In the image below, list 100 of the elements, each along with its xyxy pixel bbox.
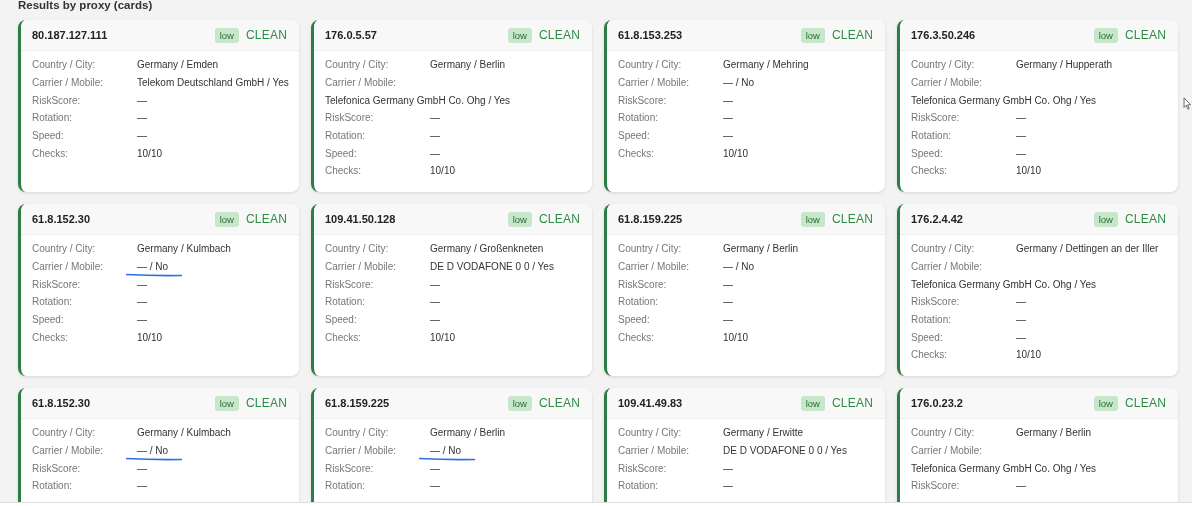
status-label: CLEAN — [1125, 28, 1166, 42]
field-value: — — [1016, 112, 1026, 124]
status-label: CLEAN — [246, 212, 287, 226]
field-label: Carrier / Mobile: — [32, 261, 105, 273]
risk-badge: low — [800, 395, 825, 411]
field-value: Germany / Kulmbach — [137, 243, 231, 255]
field-value: DE D VODAFONE 0 0 / Yes — [723, 445, 847, 457]
field-label: Rotation: — [618, 480, 660, 492]
field-label: Country / City: — [911, 243, 976, 255]
field-label: RiskScore: — [32, 278, 82, 290]
field-value: — — [1016, 314, 1026, 326]
field-value: Germany / Hupperath — [1016, 59, 1113, 71]
proxy-ip: 61.8.152.30 — [32, 213, 92, 225]
field-label: RiskScore: — [911, 480, 961, 492]
status-label: CLEAN — [1125, 212, 1166, 226]
field-label: RiskScore: — [618, 462, 668, 474]
field-value: 10/10 — [430, 165, 456, 177]
field-label: Speed: — [911, 147, 944, 159]
field-value: — — [723, 94, 733, 106]
field-label: Checks: — [325, 331, 363, 343]
field-value: — — [137, 480, 147, 492]
field-label: Country / City: — [911, 59, 976, 71]
field-label: Speed: — [911, 331, 944, 343]
field-label: Rotation: — [911, 314, 953, 326]
proxy-ip: 109.41.50.128 — [325, 213, 397, 225]
field-value: Germany / Erwitte — [723, 427, 804, 439]
field-value: 10/10 — [430, 331, 456, 343]
field-value: Germany / Berlin — [723, 243, 799, 255]
status-label: CLEAN — [539, 396, 580, 410]
field-value: — / No — [430, 445, 462, 457]
field-value: — — [137, 462, 147, 474]
field-label: Country / City: — [618, 59, 683, 71]
field-value: Germany / Dettingen an der Iller — [1016, 243, 1159, 255]
field-value: Germany / Mehring — [723, 59, 809, 71]
field-value: Telefonica Germany GmbH Co. Ohg / Yes — [911, 462, 1097, 474]
field-label: Country / City: — [325, 59, 390, 71]
field-value: Germany / Kulmbach — [137, 427, 231, 439]
field-value: Telefonica Germany GmbH Co. Ohg / Yes — [325, 94, 511, 106]
field-value: — — [430, 480, 440, 492]
field-value: Telekom Deutschland GmbH / Yes — [137, 77, 289, 89]
field-label: RiskScore: — [325, 278, 375, 290]
field-label: Carrier / Mobile: — [325, 261, 398, 273]
status-label: CLEAN — [832, 212, 873, 226]
proxy-ip: 61.8.159.225 — [618, 213, 684, 225]
status-label: CLEAN — [1125, 396, 1166, 410]
risk-badge: low — [214, 27, 239, 43]
field-value: 10/10 — [137, 331, 163, 343]
field-label: Rotation: — [32, 112, 74, 124]
field-value: — — [137, 278, 147, 290]
status-label: CLEAN — [246, 28, 287, 42]
field-label: Speed: — [618, 314, 651, 326]
field-value: DE D VODAFONE 0 0 / Yes — [430, 261, 554, 273]
field-label: Checks: — [911, 349, 949, 361]
status-label: CLEAN — [539, 212, 580, 226]
field-value: 10/10 — [723, 147, 749, 159]
mouse-pointer-icon — [1183, 97, 1192, 110]
field-label: Rotation: — [618, 296, 660, 308]
status-label: CLEAN — [246, 396, 287, 410]
field-label: Checks: — [618, 147, 656, 159]
field-value: Germany / Großenkneten — [430, 243, 544, 255]
proxy-ip: 80.187.127.111 — [32, 29, 109, 41]
risk-badge: low — [800, 211, 825, 227]
field-value: — — [1016, 331, 1026, 343]
field-label: Country / City: — [32, 427, 97, 439]
proxy-ip: 176.2.4.42 — [911, 213, 964, 225]
field-value: Germany / Berlin — [430, 59, 506, 71]
field-value: — — [1016, 147, 1026, 159]
field-label: Carrier / Mobile: — [911, 261, 984, 273]
field-value: — — [430, 314, 440, 326]
field-value: — — [430, 130, 440, 142]
field-value: 10/10 — [1016, 165, 1042, 177]
risk-badge: low — [1093, 211, 1118, 227]
field-label: Carrier / Mobile: — [325, 445, 398, 457]
field-label: Checks: — [325, 165, 363, 177]
field-value: — / No — [723, 261, 755, 273]
field-value: Germany / Emden — [137, 59, 219, 71]
field-label: Carrier / Mobile: — [32, 77, 105, 89]
field-label: RiskScore: — [32, 462, 82, 474]
field-value: — — [137, 314, 147, 326]
field-value: — — [430, 147, 440, 159]
risk-badge: low — [1093, 395, 1118, 411]
risk-badge: low — [1093, 27, 1118, 43]
field-label: Carrier / Mobile: — [911, 77, 984, 89]
field-label: Country / City: — [911, 427, 976, 439]
field-label: RiskScore: — [325, 112, 375, 124]
field-label: Carrier / Mobile: — [618, 77, 691, 89]
risk-badge: low — [214, 211, 239, 227]
field-label: Carrier / Mobile: — [32, 445, 105, 457]
risk-badge: low — [507, 211, 532, 227]
field-value: — — [137, 112, 147, 124]
field-value: — — [723, 130, 733, 142]
field-label: Speed: — [618, 130, 651, 142]
field-value: Telefonica Germany GmbH Co. Ohg / Yes — [911, 94, 1097, 106]
field-value: — — [723, 278, 733, 290]
field-value: — — [723, 480, 733, 492]
field-value: — — [723, 112, 733, 124]
field-label: RiskScore: — [618, 278, 668, 290]
field-label: Carrier / Mobile: — [325, 77, 398, 89]
status-label: CLEAN — [539, 28, 580, 42]
field-value: — — [430, 296, 440, 308]
